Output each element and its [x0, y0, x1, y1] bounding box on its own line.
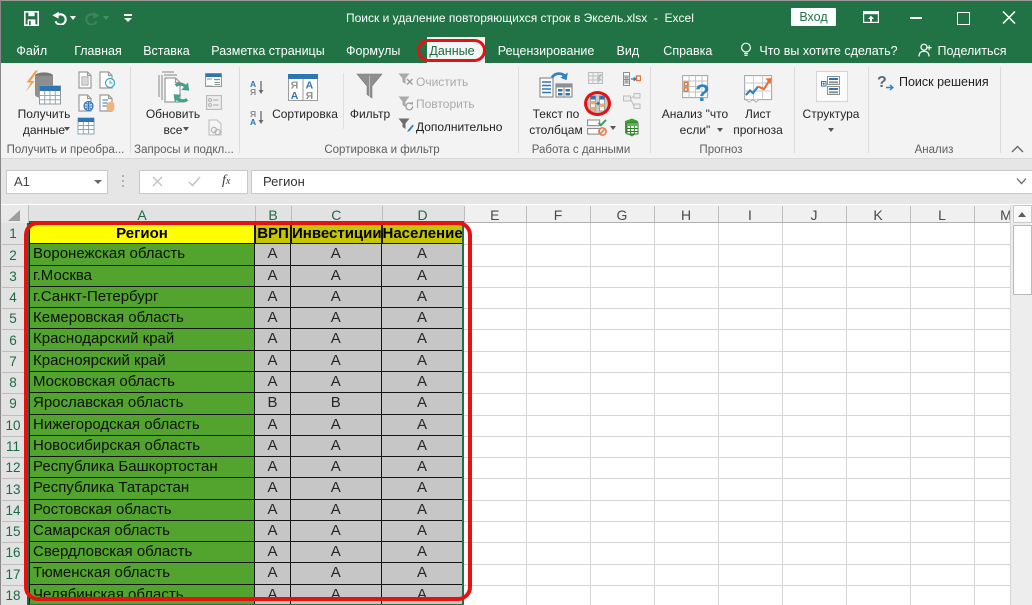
svg-text:Я: Я — [250, 87, 256, 95]
svg-text:?: ? — [695, 80, 709, 103]
svg-text:?: ? — [877, 74, 887, 91]
svg-text:А: А — [291, 90, 299, 101]
svg-text:Я: Я — [306, 90, 314, 101]
